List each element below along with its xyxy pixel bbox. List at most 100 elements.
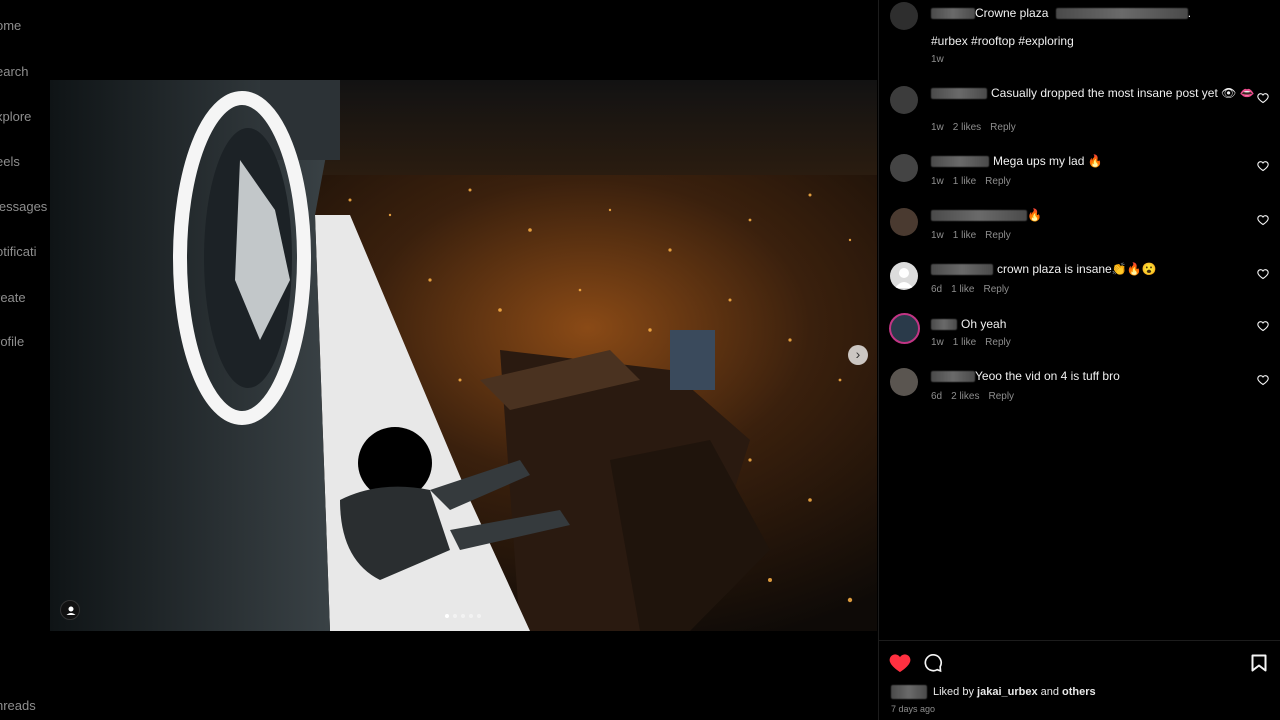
comment-likes[interactable]: 1 like [953, 230, 976, 241]
heart-outline-icon[interactable] [1257, 268, 1269, 280]
commenter-avatar[interactable] [890, 368, 918, 396]
caption-hashtags[interactable]: #urbex #rooftop #exploring [931, 34, 1074, 48]
comment-item: crown plaza is insane👏🔥😮 6d 1 like Reply [879, 262, 1280, 316]
comment-time: 6d [931, 284, 943, 295]
carousel-dot[interactable] [477, 614, 481, 618]
comment-meta: 1w 1 like Reply [931, 230, 1011, 241]
reply-button[interactable]: Reply [988, 391, 1014, 402]
redacted-username[interactable] [931, 210, 1027, 222]
comment-likes[interactable]: 2 likes [951, 391, 979, 402]
liker-avatars[interactable] [891, 685, 927, 699]
liked-others-link[interactable]: others [1062, 686, 1096, 698]
comment-item: Oh yeah 1w 1 like Reply [879, 313, 1280, 368]
person-icon [895, 268, 913, 288]
left-sidebar: ome earch xplore eels lessages otificati… [0, 0, 48, 720]
person-icon [66, 606, 76, 615]
redacted-username[interactable] [931, 8, 975, 20]
nav-create[interactable]: reate [0, 290, 26, 305]
caption-suffix: . [1187, 6, 1192, 20]
post-caption: Crowne plaza . [931, 6, 1191, 20]
liked-mid: and [1037, 685, 1063, 698]
redacted-text [1055, 8, 1188, 20]
comment-time: 1w [931, 337, 944, 348]
reply-button[interactable]: Reply [985, 230, 1011, 241]
comment-body: Casually dropped the most insane post ye… [931, 86, 1255, 100]
comment-item: Casually dropped the most insane post ye… [879, 86, 1280, 140]
comment-icon[interactable] [923, 653, 943, 673]
comment-text: crown plaza is insane👏🔥😮 [997, 262, 1157, 276]
comment-text: 🔥 [1027, 208, 1042, 222]
comments-panel: Crowne plaza . #urbex #rooftop #explorin… [878, 0, 1280, 720]
carousel-dot[interactable] [461, 614, 465, 618]
commenter-avatar[interactable] [890, 208, 918, 236]
comment-meta: 1w 1 like Reply [931, 337, 1011, 348]
tagged-users-button[interactable] [60, 600, 80, 620]
rooftop-city-night-photo [50, 80, 877, 631]
bookmark-icon[interactable] [1251, 654, 1267, 672]
reply-button[interactable]: Reply [983, 284, 1009, 295]
commenter-avatar[interactable] [890, 86, 918, 114]
comment-meta: 6d 2 likes Reply [931, 391, 1014, 402]
liker-username[interactable]: jakai_urbex [977, 686, 1038, 698]
comment-item: 🔥 1w 1 like Reply [879, 208, 1280, 262]
caption-time: 1w [931, 54, 944, 65]
nav-messages[interactable]: lessages [0, 199, 47, 214]
reply-button[interactable]: Reply [985, 337, 1011, 348]
reply-button[interactable]: Reply [990, 122, 1016, 133]
carousel-dot[interactable] [445, 614, 449, 618]
caption-text: Crowne plaza [975, 6, 1049, 20]
comment-body: Mega ups my lad 🔥 [931, 154, 1103, 168]
comment-meta: 6d 1 like Reply [931, 284, 1009, 295]
comment-likes[interactable]: 1 like [953, 337, 976, 348]
comment-time: 6d [931, 391, 943, 402]
comment-time: 1w [931, 176, 944, 187]
comment-meta: 1w 1 like Reply [931, 176, 1011, 187]
heart-filled-icon[interactable] [889, 653, 911, 673]
heart-outline-icon[interactable] [1257, 320, 1269, 332]
commenter-avatar[interactable] [890, 154, 918, 182]
comment-item: Yeoo the vid on 4 is tuff bro 6d 2 likes R… [879, 368, 1280, 422]
heart-outline-icon[interactable] [1257, 374, 1269, 386]
comment-body: Oh yeah [931, 317, 1006, 331]
carousel-dot[interactable] [469, 614, 473, 618]
comment-text: Yeoo the vid on 4 is tuff bro [975, 369, 1120, 383]
redacted-username[interactable] [931, 156, 989, 168]
nav-home[interactable]: ome [0, 18, 21, 33]
comment-time: 1w [931, 122, 944, 133]
carousel-dot[interactable] [453, 614, 457, 618]
redacted-username[interactable] [931, 264, 993, 276]
nav-search[interactable]: earch [0, 64, 29, 79]
comment-item: Mega ups my lad 🔥 1w 1 like Reply [879, 154, 1280, 208]
post-time: 7 days ago [891, 704, 936, 714]
heart-outline-icon[interactable] [1257, 214, 1269, 226]
nav-explore[interactable]: xplore [0, 109, 31, 124]
carousel-next-button[interactable]: › [848, 345, 868, 365]
post-image[interactable]: › [50, 80, 877, 631]
comment-body: 🔥 [931, 208, 1042, 222]
comment-likes[interactable]: 1 like [953, 176, 976, 187]
carousel-indicator [445, 614, 481, 618]
comment-time: 1w [931, 230, 944, 241]
comment-text: Mega ups my lad 🔥 [993, 154, 1103, 168]
default-avatar-icon[interactable] [890, 262, 918, 290]
redacted-username[interactable] [931, 371, 975, 383]
redacted-username[interactable] [931, 319, 957, 331]
story-ring-avatar[interactable] [889, 313, 920, 344]
likes-summary: Liked by jakai_urbex and others [891, 685, 1096, 699]
heart-outline-icon[interactable] [1257, 92, 1269, 104]
comment-text: Casually dropped the most insane post ye… [991, 86, 1255, 100]
nav-threads[interactable]: nreads [0, 698, 36, 713]
comment-likes[interactable]: 1 like [951, 284, 974, 295]
heart-outline-icon[interactable] [1257, 160, 1269, 172]
redacted-username[interactable] [931, 88, 987, 100]
author-avatar[interactable] [890, 2, 918, 30]
nav-notifications[interactable]: otificati [0, 244, 36, 259]
comment-body: Yeoo the vid on 4 is tuff bro [931, 369, 1120, 383]
reply-button[interactable]: Reply [985, 176, 1011, 187]
nav-reels[interactable]: eels [0, 154, 20, 169]
nav-profile[interactable]: rofile [0, 334, 24, 349]
comment-likes[interactable]: 2 likes [953, 122, 981, 133]
comment-text: Oh yeah [961, 317, 1007, 331]
liked-prefix: Liked by [933, 685, 978, 698]
post-actions: Liked by jakai_urbex and others 7 days a… [879, 640, 1280, 720]
